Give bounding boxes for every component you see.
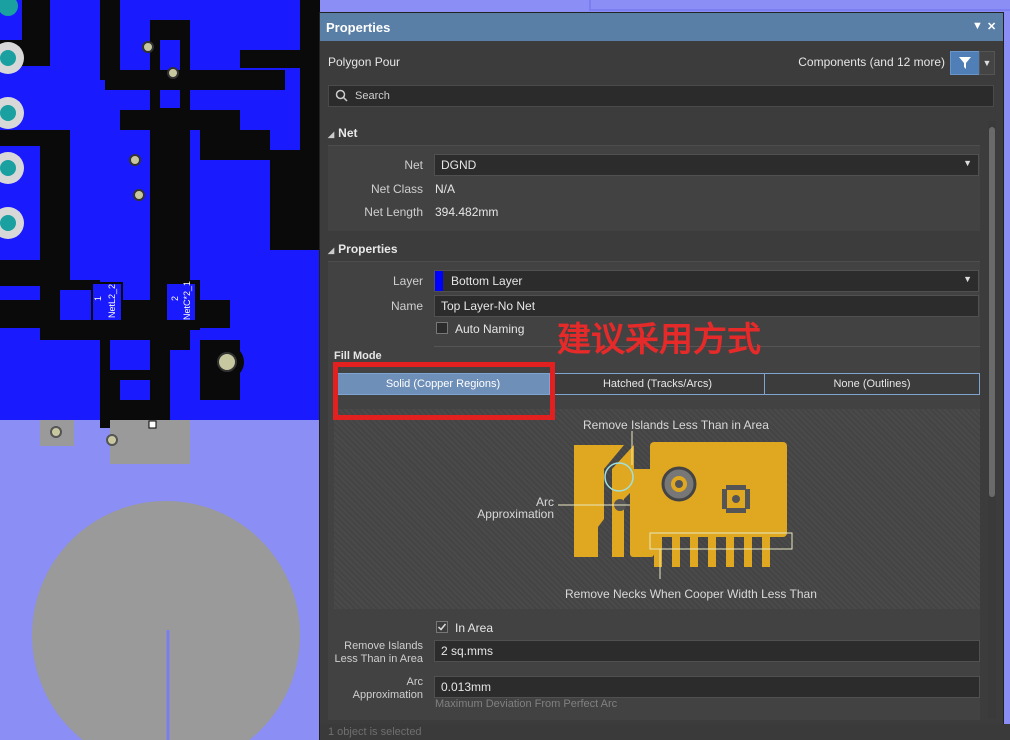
section-properties-header[interactable]: ◢ Properties xyxy=(328,242,398,256)
pcb-label-2: 2 xyxy=(170,296,180,301)
arc-approximation-value: 0.013mm xyxy=(441,680,492,694)
remove-islands-label-2: Less Than in Area xyxy=(334,653,423,665)
layer-value: Bottom Layer xyxy=(451,274,523,288)
net-length-label: Net Length xyxy=(364,205,423,219)
name-value: Top Layer-No Net xyxy=(441,299,536,313)
panel-titlebar[interactable]: Properties ▼ ✕ xyxy=(320,13,1003,41)
chevron-down-icon: ▼ xyxy=(963,274,972,284)
panel-title: Properties xyxy=(326,19,391,35)
pcb-label-netl2: NetL2_2 xyxy=(107,284,117,318)
section-net-header[interactable]: ◢ Net xyxy=(328,126,358,140)
object-type-label: Polygon Pour xyxy=(328,55,401,69)
net-value: DGND xyxy=(441,158,477,172)
arc-label-2: Approximation xyxy=(352,689,423,701)
net-class-label: Net Class xyxy=(370,182,423,196)
arc-approximation-input[interactable]: 0.013mm xyxy=(434,676,980,698)
filter-button[interactable] xyxy=(950,51,980,75)
pcb-label-netc2: NetC*2_1 xyxy=(182,281,192,320)
net-length-value: 394.482mm xyxy=(435,205,499,219)
copper-illustration xyxy=(558,431,793,579)
fill-mode-diagram: Remove Islands Less Than in Area Arc App… xyxy=(334,409,980,609)
collapse-triangle-icon: ◢ xyxy=(328,246,335,255)
layer-label: Layer xyxy=(392,274,423,288)
net-section-box: Net DGND ▼ Net Class N/A Net Length 394.… xyxy=(328,145,980,231)
arc-label-1: Arc xyxy=(406,676,424,688)
panel-status: 1 object is selected xyxy=(320,724,1010,740)
search-icon xyxy=(335,89,348,102)
chevron-down-icon: ▼ xyxy=(963,158,972,168)
annotation-text: 建议采用方式 xyxy=(557,320,761,360)
name-label: Name xyxy=(390,299,423,313)
filter-dropdown-button[interactable]: ▼ xyxy=(979,51,995,75)
search-placeholder: Search xyxy=(355,90,390,102)
layer-dropdown[interactable]: Bottom Layer ▼ xyxy=(434,270,979,292)
checkmark-icon xyxy=(437,623,447,631)
collapse-triangle-icon: ◢ xyxy=(328,130,335,139)
net-label: Net xyxy=(404,158,423,172)
annotation-highlight-box xyxy=(333,362,555,420)
remove-islands-value: 2 sq.mms xyxy=(441,644,494,658)
remove-islands-label-1: Remove Islands xyxy=(344,640,423,652)
scrollbar-thumb[interactable] xyxy=(989,127,995,497)
net-dropdown[interactable]: DGND ▼ xyxy=(434,154,979,176)
in-area-label: In Area xyxy=(455,621,494,635)
search-input[interactable]: Search xyxy=(328,85,994,107)
remove-islands-input[interactable]: 2 sq.mms xyxy=(434,640,980,662)
net-class-value: N/A xyxy=(435,182,456,196)
panel-scrollbar[interactable] xyxy=(988,121,996,719)
filter-summary[interactable]: Components (and 12 more) xyxy=(798,55,945,69)
arc-hint: Maximum Deviation From Perfect Arc xyxy=(435,698,618,710)
in-area-checkbox[interactable] xyxy=(436,621,448,633)
panel-menu-icon[interactable]: ▼ xyxy=(972,20,983,32)
auto-naming-label: Auto Naming xyxy=(455,322,525,336)
fill-mode-hatched-button[interactable]: Hatched (Tracks/Arcs) xyxy=(550,373,765,395)
funnel-icon xyxy=(959,57,971,69)
fill-mode-label: Fill Mode xyxy=(334,350,382,362)
layer-color-swatch xyxy=(435,271,443,291)
close-icon[interactable]: ✕ xyxy=(987,20,996,33)
auto-naming-checkbox[interactable] xyxy=(436,322,448,334)
fill-mode-none-button[interactable]: None (Outlines) xyxy=(764,373,980,395)
pcb-label-1: 1 xyxy=(93,296,103,301)
